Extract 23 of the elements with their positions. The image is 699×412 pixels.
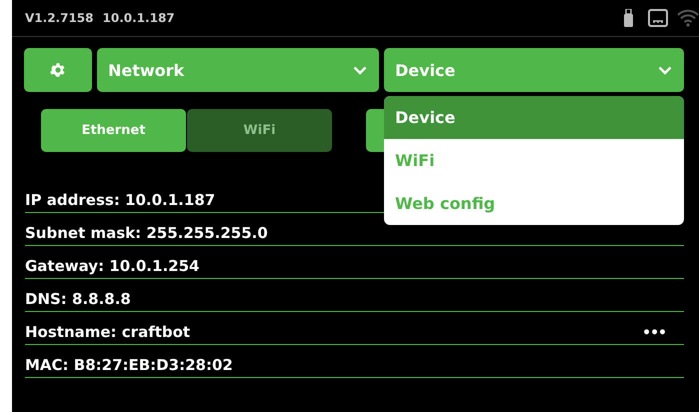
menu-item[interactable]: Web config [384,182,684,225]
menu-item[interactable]: WiFi [384,139,684,182]
settings-button[interactable] [24,48,92,92]
settings-icon [49,61,67,79]
tab[interactable]: WiFi [187,109,332,152]
ethernet-icon [648,9,668,27]
info-text: DNS: 8.8.8.8 [25,290,131,308]
category-dropdown[interactable]: Network [97,48,379,92]
info-text: IP address: 10.0.1.187 [25,191,216,209]
info-text: MAC: B8:27:EB:D3:28:02 [25,356,233,374]
info-text: Gateway: 10.0.1.254 [25,257,200,275]
chevron-down-icon [658,66,672,74]
more-button[interactable]: ••• [642,325,666,341]
info-text: Hostname: craftbot [25,323,190,341]
section-dropdown[interactable]: Device [384,48,684,92]
chevron-down-icon [353,66,367,74]
ip-address: 10.0.1.187 [102,11,175,25]
tab[interactable]: Ethernet [41,109,186,152]
menu-item[interactable]: Device [384,96,684,139]
usb-icon [624,9,633,27]
firmware-version: V1.2.7158 [25,11,94,25]
info-text: Subnet mask: 255.255.255.0 [25,224,268,242]
wifi-icon [677,9,699,27]
